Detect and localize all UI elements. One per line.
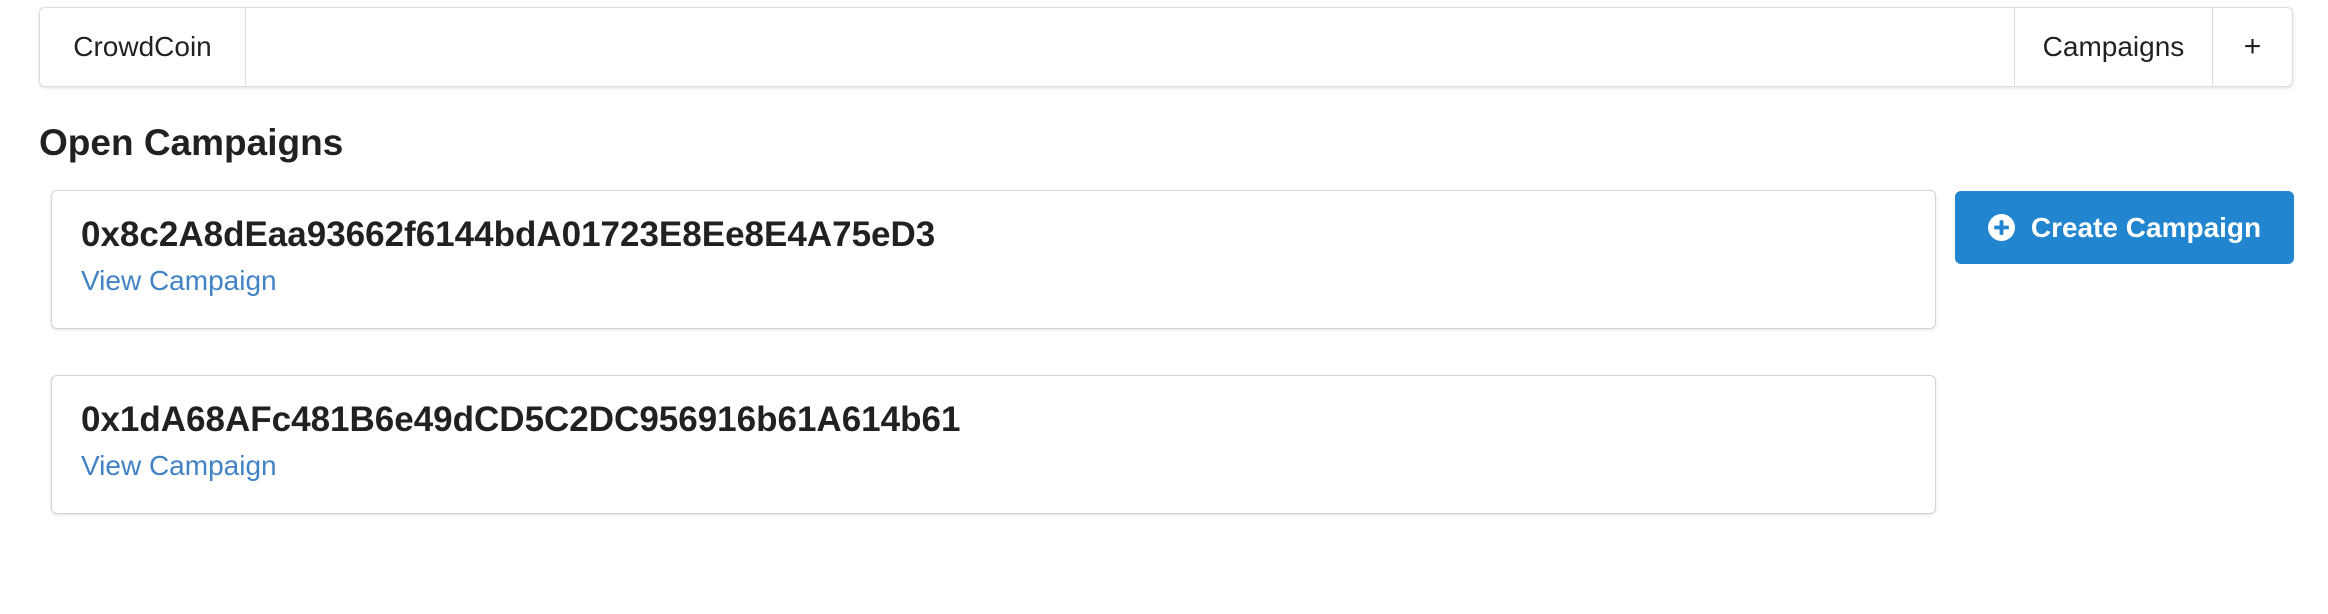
create-campaign-label: Create Campaign (2030, 211, 2262, 243)
add-campaign-link[interactable]: + (2212, 8, 2292, 86)
top-menu: CrowdCoin Campaigns + (39, 7, 2293, 87)
page: CrowdCoin Campaigns + Open Campaigns 0x8… (0, 0, 2328, 614)
campaigns-label: Campaigns (2042, 31, 2185, 62)
brand-link[interactable]: CrowdCoin (40, 8, 246, 86)
campaign-card: 0x1dA68AFc481B6e49dCD5C2DC956916b61A614b… (51, 375, 1936, 514)
view-campaign-link[interactable]: View Campaign (81, 448, 277, 484)
campaign-address: 0x1dA68AFc481B6e49dCD5C2DC956916b61A614b… (81, 400, 961, 439)
create-campaign-button[interactable]: Create Campaign (1955, 191, 2294, 264)
plus-circle-icon (1987, 214, 2015, 241)
brand-label: CrowdCoin (73, 31, 212, 62)
menu-spacer (246, 8, 2014, 86)
view-campaign-link[interactable]: View Campaign (81, 263, 277, 299)
campaigns-link[interactable]: Campaigns (2014, 8, 2212, 86)
page-title: Open Campaigns (39, 122, 344, 163)
campaign-address: 0x8c2A8dEaa93662f6144bdA01723E8Ee8E4A75e… (81, 215, 936, 254)
campaign-card: 0x8c2A8dEaa93662f6144bdA01723E8Ee8E4A75e… (51, 190, 1936, 329)
add-label: + (2243, 30, 2262, 63)
